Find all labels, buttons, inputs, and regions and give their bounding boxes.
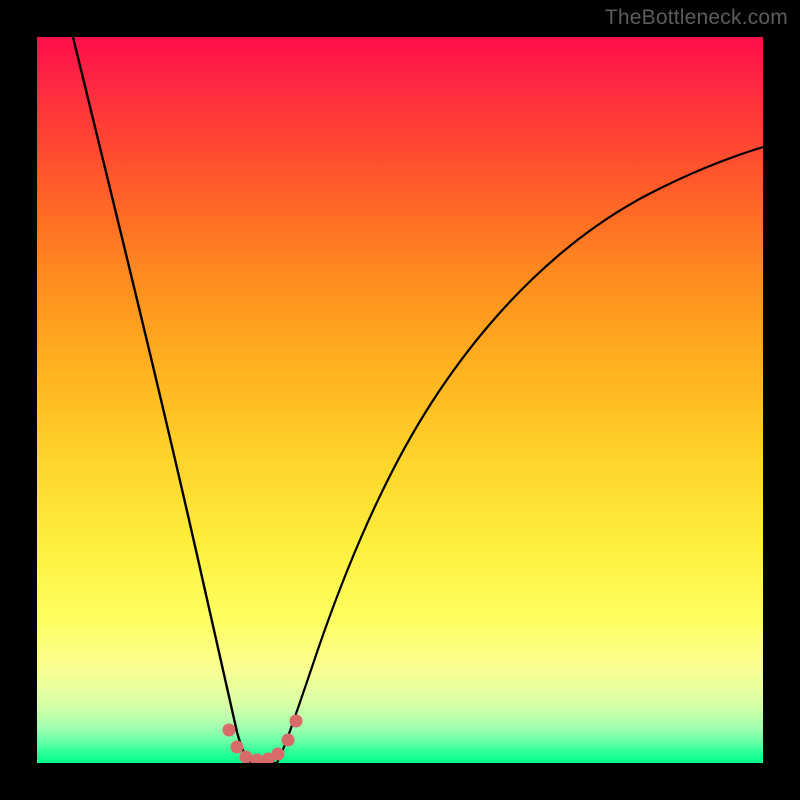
curve-left-branch — [73, 37, 250, 763]
marker-dot — [290, 715, 303, 728]
marker-dot — [223, 724, 236, 737]
marker-dot — [231, 741, 244, 754]
curve-right-branch — [277, 147, 763, 763]
plot-area — [37, 37, 763, 763]
watermark-text: TheBottleneck.com — [605, 6, 788, 30]
chart-frame: TheBottleneck.com — [0, 0, 800, 800]
marker-dot — [272, 748, 285, 761]
curve-layer — [37, 37, 763, 763]
marker-dot — [240, 751, 253, 764]
marker-dot — [282, 734, 295, 747]
